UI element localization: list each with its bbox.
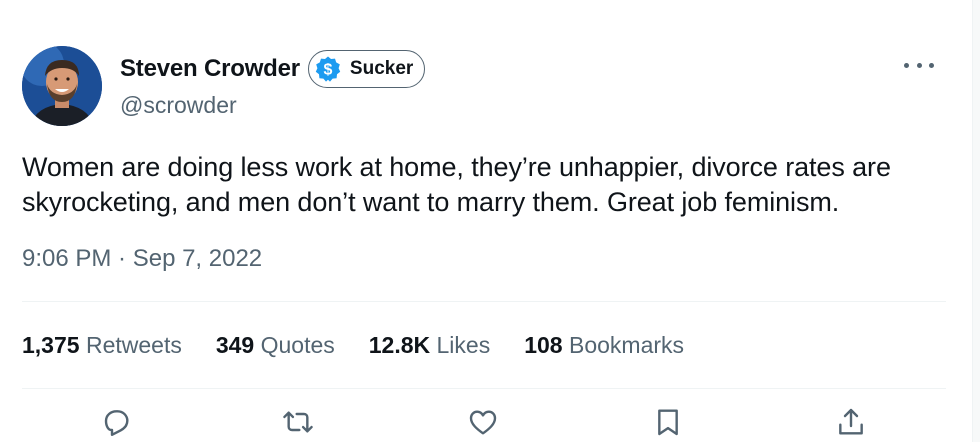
reply-icon	[104, 410, 129, 436]
affiliate-label-text: Sucker	[349, 58, 414, 79]
retweets-count: 1,375	[22, 332, 80, 358]
quotes-stat[interactable]: 349 Quotes	[216, 332, 335, 359]
affiliate-label-badge[interactable]: $ Sucker	[307, 50, 426, 88]
author-display-name[interactable]: Steven Crowder	[120, 55, 300, 83]
more-dot	[904, 62, 909, 68]
likes-label: Likes	[436, 332, 491, 358]
likes-count: 12.8K	[368, 332, 431, 358]
retweet-icon	[283, 411, 313, 433]
engagement-stats: 1,375 Retweets 349 Quotes 12.8K Likes 10…	[22, 332, 718, 359]
share-button[interactable]	[831, 406, 871, 442]
share-icon	[839, 408, 863, 435]
more-dot	[916, 62, 922, 68]
author-name-row: Steven Crowder $ Sucker	[120, 50, 426, 88]
bookmarks-label: Bookmarks	[568, 332, 685, 358]
more-options-icon[interactable]	[904, 58, 934, 72]
quotes-count: 349	[215, 332, 255, 358]
bookmarks-stat[interactable]: 108 Bookmarks	[524, 332, 684, 359]
like-button[interactable]	[463, 406, 503, 442]
retweets-stat[interactable]: 1,375 Retweets	[22, 332, 182, 359]
bookmarks-count: 108	[524, 332, 563, 358]
bookmark-icon	[658, 409, 678, 436]
retweets-label: Retweets	[85, 332, 182, 358]
more-dot	[929, 62, 934, 68]
like-icon	[469, 410, 497, 435]
svg-text:$: $	[323, 62, 332, 79]
tweet-actions-bar	[0, 400, 972, 442]
page-scroll-edge	[972, 0, 980, 442]
likes-stat[interactable]: 12.8K Likes	[369, 332, 490, 359]
quotes-label: Quotes	[260, 332, 335, 358]
tweet-timestamp[interactable]: 9:06 PM · Sep 7, 2022	[22, 245, 262, 273]
divider	[22, 388, 946, 389]
bookmark-button[interactable]	[648, 406, 688, 442]
dollar-sign-badge-icon: $	[314, 55, 342, 83]
divider	[22, 301, 946, 302]
retweet-button[interactable]	[278, 406, 318, 442]
reply-button[interactable]	[96, 406, 136, 442]
tweet-card: Steven Crowder $ Sucker @scrowder Women …	[0, 0, 972, 442]
author-handle[interactable]: @scrowder	[120, 92, 237, 119]
avatar[interactable]	[22, 46, 102, 126]
tweet-text: Women are doing less work at home, they’…	[22, 152, 891, 217]
